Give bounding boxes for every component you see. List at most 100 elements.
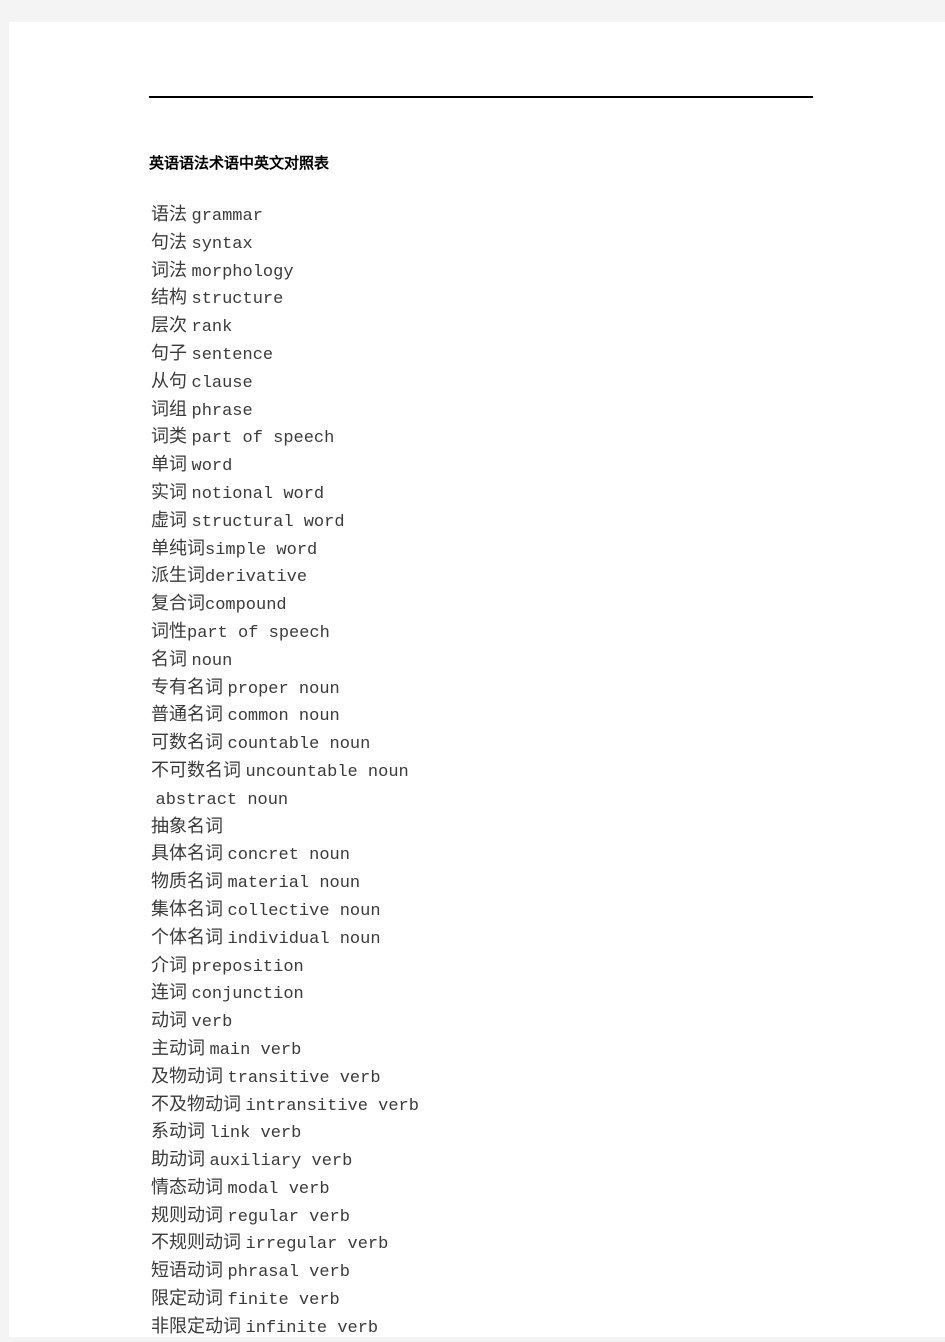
term-entry: 规则动词 regular verb <box>151 1203 419 1231</box>
term-chinese: 句法 <box>151 231 187 252</box>
term-chinese: 句子 <box>151 342 187 363</box>
document-page: 英语语法术语中英文对照表 语法 grammar 句法 syntax 词法 morph… <box>9 22 945 1338</box>
term-english: transitive verb <box>227 1068 381 1088</box>
term-english: sentence <box>191 345 274 365</box>
term-chinese: 系动词 <box>151 1121 205 1142</box>
term-chinese: 词组 <box>151 398 187 419</box>
term-entry: 非限定动词 infinite verb <box>151 1314 419 1342</box>
term-entry: 具体名词 concret noun <box>151 841 419 869</box>
term-entry: 结构 structure <box>151 285 419 313</box>
term-english: proper noun <box>227 679 340 699</box>
term-entry: 虚词 structural word <box>151 508 419 536</box>
term-entry: 主动词 main verb <box>151 1036 419 1064</box>
term-entry: 单词 word <box>151 452 419 480</box>
term-chinese: 介词 <box>151 954 187 975</box>
term-chinese: 助动词 <box>151 1149 205 1170</box>
term-entry: 语法 grammar <box>151 202 419 230</box>
term-entry: 词类 part of speech <box>151 424 419 452</box>
term-english: concret noun <box>227 846 350 866</box>
term-chinese: 集体名词 <box>151 898 223 919</box>
term-english: individual noun <box>227 929 381 949</box>
term-entry: abstract noun <box>151 786 419 814</box>
term-entry: 动词 verb <box>151 1008 419 1036</box>
term-entry: 助动词 auxiliary verb <box>151 1147 419 1175</box>
term-english: simple word <box>205 540 318 560</box>
term-chinese: 词性 <box>151 620 187 641</box>
term-english: word <box>191 457 233 477</box>
term-entry: 情态动词 modal verb <box>151 1175 419 1203</box>
term-chinese: 语法 <box>151 204 187 224</box>
term-entry: 集体名词 collective noun <box>151 897 419 925</box>
term-chinese: 从句 <box>151 370 187 391</box>
term-chinese: 动词 <box>151 1010 187 1031</box>
term-entry: 单纯词simple word <box>151 536 419 564</box>
term-english: noun <box>191 651 233 671</box>
term-english: modal verb <box>227 1179 330 1199</box>
header-rule <box>149 96 813 98</box>
term-entry: 物质名词 material noun <box>151 869 419 897</box>
term-entry: 不规则动词 irregular verb <box>151 1230 419 1258</box>
term-english: finite verb <box>227 1291 340 1311</box>
term-chinese: 具体名词 <box>151 843 223 864</box>
term-entry: 句法 syntax <box>151 230 419 258</box>
term-entry: 派生词derivative <box>151 563 419 591</box>
term-english: common noun <box>227 707 340 727</box>
term-chinese: 非限定动词 <box>151 1315 241 1336</box>
term-chinese: 词法 <box>151 259 187 280</box>
page-title: 英语语法术语中英文对照表 <box>149 156 330 172</box>
term-chinese: 复合词 <box>151 593 205 614</box>
term-entry: 专有名词 proper noun <box>151 675 419 703</box>
term-chinese: 物质名词 <box>151 871 223 892</box>
term-english: main verb <box>209 1040 302 1060</box>
term-chinese: 名词 <box>151 648 187 669</box>
term-list: 语法 grammar 句法 syntax 词法 morphology 结构 struc… <box>151 202 419 1342</box>
term-chinese: 可数名词 <box>151 732 223 753</box>
term-entry: 词组 phrase <box>151 397 419 425</box>
term-chinese: 普通名词 <box>151 704 223 725</box>
term-english: collective noun <box>227 901 381 921</box>
term-chinese: 实词 <box>151 481 187 502</box>
term-chinese: 虚词 <box>151 509 187 530</box>
term-english: rank <box>191 318 233 338</box>
term-chinese: 词类 <box>151 426 187 447</box>
term-english: syntax <box>191 234 253 254</box>
term-english: uncountable noun <box>245 762 409 782</box>
term-english: structure <box>191 290 284 310</box>
term-english: regular verb <box>227 1207 350 1227</box>
term-entry: 限定动词 finite verb <box>151 1286 419 1314</box>
term-entry: 连词 conjunction <box>151 980 419 1008</box>
term-chinese: 结构 <box>151 287 187 308</box>
term-entry: 词法 morphology <box>151 258 419 286</box>
term-english: grammar <box>191 207 263 226</box>
term-english: verb <box>191 1013 233 1033</box>
term-entry: 复合词compound <box>151 591 419 619</box>
term-entry: 词性part of speech <box>151 619 419 647</box>
term-chinese: 派生词 <box>151 565 205 586</box>
term-entry: 抽象名词 <box>151 814 419 842</box>
term-chinese: 不规则动词 <box>151 1232 241 1253</box>
term-entry: 不及物动词 intransitive verb <box>151 1092 419 1120</box>
term-chinese: 抽象名词 <box>151 815 223 836</box>
term-english: notional word <box>191 484 325 504</box>
term-english: infinite verb <box>245 1318 379 1338</box>
term-chinese: 规则动词 <box>151 1204 223 1225</box>
term-chinese: 主动词 <box>151 1037 205 1058</box>
term-chinese: 个体名词 <box>151 926 223 947</box>
term-entry: 不可数名词 uncountable noun <box>151 758 419 786</box>
term-entry: 介词 preposition <box>151 953 419 981</box>
term-english: preposition <box>191 957 304 977</box>
term-english: structural word <box>191 512 345 532</box>
term-entry: 名词 noun <box>151 647 419 675</box>
term-english: intransitive verb <box>245 1096 419 1116</box>
term-chinese: 单词 <box>151 454 187 475</box>
term-chinese: 单纯词 <box>151 537 205 558</box>
term-chinese: 情态动词 <box>151 1176 223 1197</box>
term-english: compound <box>205 596 287 616</box>
term-entry: 实词 notional word <box>151 480 419 508</box>
term-chinese: 层次 <box>151 315 187 336</box>
term-english: part of speech <box>191 429 335 449</box>
term-entry: 可数名词 countable noun <box>151 730 419 758</box>
term-english: derivative <box>205 568 308 588</box>
term-english: material noun <box>227 874 361 894</box>
term-chinese: 专有名词 <box>151 676 223 697</box>
